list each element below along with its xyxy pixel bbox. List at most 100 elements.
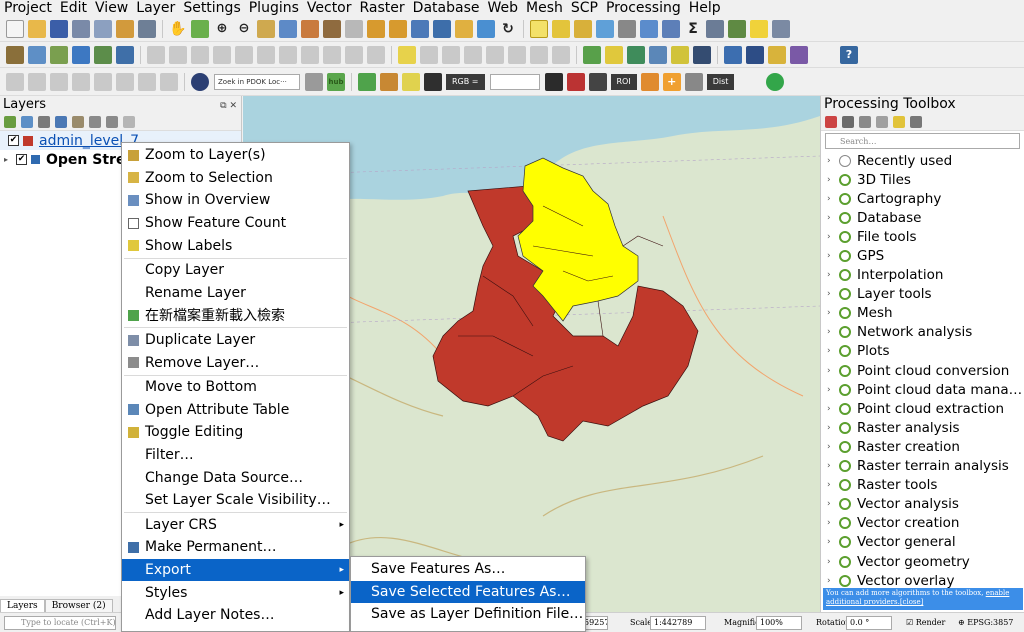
context-item-[interactable]: 在新檔案重新載入檢索	[122, 304, 349, 327]
collapse-all-icon[interactable]	[106, 115, 118, 128]
filter-expression-icon[interactable]	[72, 115, 84, 128]
paste-features-icon[interactable]	[323, 45, 341, 64]
export-item-3[interactable]: Save as Layer Definition File…	[351, 603, 585, 626]
toggle-editing-icon[interactable]	[169, 45, 187, 64]
save-project-icon[interactable]	[50, 19, 68, 38]
toolbox-group[interactable]: › Raster terrain analysis	[821, 457, 1024, 476]
toolbox-group[interactable]: › Network analysis	[821, 323, 1024, 342]
context-item-export[interactable]: Export ▸	[122, 558, 349, 582]
expand-chevron-icon[interactable]: ›	[827, 385, 839, 395]
expand-chevron-icon[interactable]: ›	[827, 461, 839, 471]
owl-plugin-icon[interactable]	[693, 45, 711, 64]
zoom-selection-icon[interactable]	[301, 19, 319, 38]
expand-chevron-icon[interactable]: ›	[827, 213, 839, 223]
rgb-combo[interactable]	[489, 73, 540, 90]
toolbox-group[interactable]: › Recently used	[821, 151, 1024, 170]
help-icon[interactable]: ?	[840, 45, 858, 64]
context-item-make-permanent[interactable]: Make Permanent…	[122, 536, 349, 559]
add-csv-icon[interactable]	[72, 45, 90, 64]
layer-visibility-checkbox[interactable]: ✔	[8, 135, 19, 146]
close-panel-icon[interactable]: ⧉ ✕	[220, 98, 237, 115]
toolbox-group[interactable]: › Vector analysis	[821, 495, 1024, 514]
raster-plugin-icon[interactable]	[649, 45, 667, 64]
layer-list-icon[interactable]	[706, 19, 724, 38]
context-item-open-attribute-table[interactable]: Open Attribute Table	[122, 399, 349, 422]
toolbox-group[interactable]: › Vector creation	[821, 514, 1024, 533]
expand-chevron-icon[interactable]: ›	[827, 346, 839, 356]
zoom-layer-icon[interactable]	[323, 19, 341, 38]
menu-mesh[interactable]: Mesh	[522, 0, 567, 16]
menu-vector[interactable]: Vector	[303, 0, 356, 16]
copy-features-icon[interactable]	[301, 45, 319, 64]
context-item-add-layer-notes[interactable]: Add Layer Notes…	[122, 604, 349, 627]
context-item-remove-layer[interactable]: Remove Layer…	[122, 351, 349, 374]
add-vector-icon[interactable]	[28, 45, 46, 64]
locator-search-input[interactable]: Type to locate (Ctrl+K)	[4, 616, 116, 630]
context-item-filter[interactable]: Filter…	[122, 444, 349, 467]
toolbox-group[interactable]: › File tools	[821, 227, 1024, 246]
expand-chevron-icon[interactable]: ›	[827, 194, 839, 204]
add-raster-icon[interactable]	[50, 45, 68, 64]
refresh-icon[interactable]: ↻	[499, 20, 517, 38]
toolbox-group[interactable]: › Database	[821, 208, 1024, 227]
scp-roi-icon[interactable]	[640, 72, 659, 91]
pan-to-selection-icon[interactable]	[191, 19, 209, 38]
zoom-out-icon[interactable]: ⊖	[235, 20, 253, 38]
toolbox-group[interactable]: › Interpolation	[821, 266, 1024, 285]
toolbox-group[interactable]: › Point cloud conversion	[821, 361, 1024, 380]
diagram-icon[interactable]	[530, 45, 548, 64]
show-bookmarks-icon[interactable]	[477, 19, 495, 38]
scp-tools-icon[interactable]	[684, 72, 703, 91]
tab-browser[interactable]: Browser (2)	[44, 599, 113, 612]
zoom-next-icon[interactable]	[389, 19, 407, 38]
zoom-last-icon[interactable]	[367, 19, 385, 38]
scp-red-icon[interactable]	[566, 72, 585, 91]
export-item-1[interactable]: Save Features As…	[351, 558, 585, 581]
toolbox-group[interactable]: › Point cloud extraction	[821, 399, 1024, 418]
menu-raster[interactable]: Raster	[356, 0, 409, 16]
qgis-plugin-icon[interactable]	[627, 45, 645, 64]
context-item-styles[interactable]: Styles ▸	[122, 581, 349, 604]
pdok-options-icon[interactable]	[305, 72, 323, 91]
save-as-icon[interactable]	[72, 19, 90, 38]
pdok-locator-icon[interactable]	[191, 72, 209, 91]
menu-scp[interactable]: SCP	[567, 0, 602, 16]
expand-chevron-icon[interactable]: ›	[827, 557, 839, 567]
context-item-show-feature-count[interactable]: Show Feature Count	[122, 212, 349, 235]
plugin-yellow-icon[interactable]	[768, 45, 786, 64]
crs-button[interactable]: ⊕ EPSG:3857	[958, 617, 1013, 629]
print-layout-icon[interactable]	[94, 19, 112, 38]
scripts-icon[interactable]	[842, 115, 854, 128]
context-item-copy-layer[interactable]: Copy Layer	[122, 259, 349, 282]
zoom-native-icon[interactable]	[345, 19, 363, 38]
pin-labels-icon[interactable]	[420, 45, 438, 64]
move-label-icon[interactable]	[464, 45, 482, 64]
snap-icon[interactable]	[28, 72, 46, 91]
offset-icon[interactable]	[160, 72, 178, 91]
expand-chevron-icon[interactable]: ›	[827, 156, 839, 166]
toolbox-group[interactable]: › 3D Tiles	[821, 170, 1024, 189]
delete-selected-icon[interactable]	[257, 45, 275, 64]
toolbox-group[interactable]: › Vector geometry	[821, 552, 1024, 571]
identify-icon[interactable]	[596, 19, 614, 38]
toolbox-group[interactable]: › Mesh	[821, 304, 1024, 323]
menu-edit[interactable]: Edit	[56, 0, 91, 16]
processing-toolbox-icon[interactable]	[662, 19, 680, 38]
select-features-icon[interactable]	[530, 19, 548, 38]
scp-prev-icon[interactable]	[544, 72, 563, 91]
expand-chevron-icon[interactable]: ›	[827, 423, 839, 433]
select-value-icon[interactable]	[552, 19, 570, 38]
advanced-digitize-icon[interactable]	[94, 72, 112, 91]
undo-icon[interactable]	[345, 45, 363, 64]
toolbox-group[interactable]: › Raster tools	[821, 476, 1024, 495]
attribute-table-icon[interactable]	[618, 19, 636, 38]
new-3d-view-icon[interactable]	[433, 19, 451, 38]
change-label-icon[interactable]	[508, 45, 526, 64]
field-calculator-icon[interactable]	[640, 19, 658, 38]
models-icon[interactable]	[825, 115, 837, 128]
expand-chevron-icon[interactable]: ›	[827, 576, 839, 586]
rotate-label-icon[interactable]	[486, 45, 504, 64]
share-icon[interactable]	[766, 72, 785, 91]
scp-band-icon[interactable]	[402, 72, 420, 91]
zoom-rubberband-icon[interactable]	[257, 19, 275, 38]
